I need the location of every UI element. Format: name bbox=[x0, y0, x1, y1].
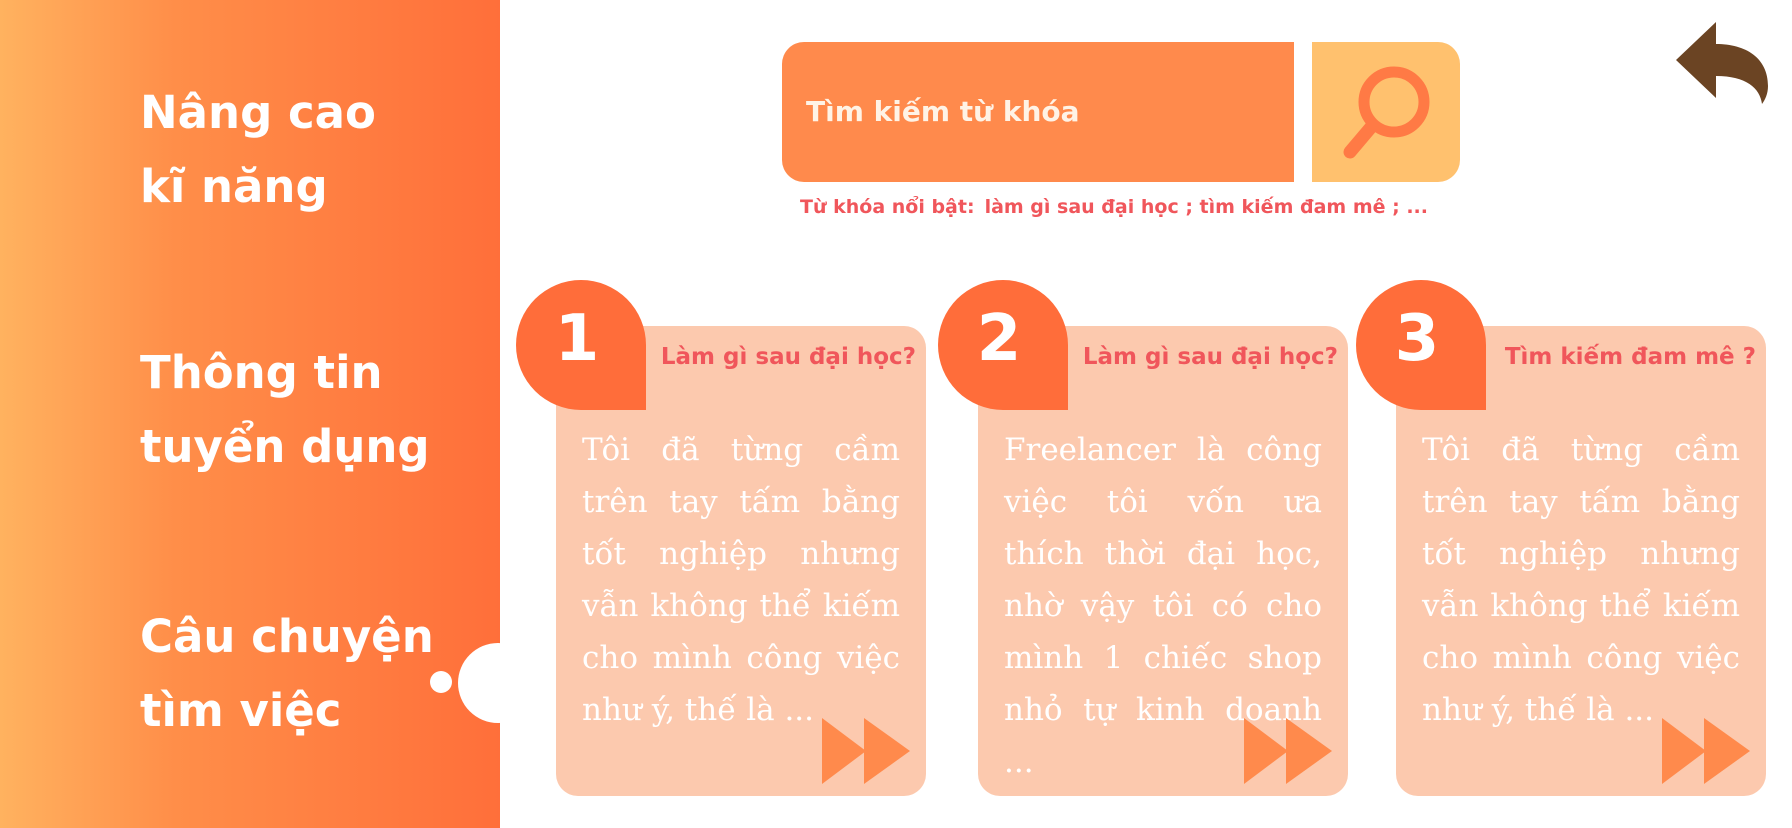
sidebar-item-label-line2: kĩ năng bbox=[140, 160, 328, 213]
card-title: Làm gì sau đại học? bbox=[660, 344, 916, 370]
story-card[interactable]: 3 Tìm kiếm đam mê ? Tôi đã từng cầm trên… bbox=[1356, 280, 1766, 796]
active-indicator-bubble bbox=[458, 643, 538, 723]
fast-forward-icon[interactable] bbox=[1660, 716, 1752, 786]
sidebar-item-cau-chuyen-tim-viec[interactable]: Câu chuyện tìm việc bbox=[140, 600, 434, 748]
featured-keywords: Từ khóa nổi bật: làm gì sau đại học ; tìm… bbox=[800, 196, 1500, 218]
story-card[interactable]: 2 Làm gì sau đại học? Freelancer là công… bbox=[938, 280, 1348, 796]
card-number-badge: 2 bbox=[938, 280, 1068, 410]
featured-keywords-label: Từ khóa nổi bật: bbox=[800, 196, 975, 218]
sidebar-item-label-line1: Nâng cao bbox=[140, 86, 376, 139]
search-bar bbox=[782, 42, 1294, 182]
card-number: 2 bbox=[976, 302, 1022, 376]
card-excerpt: Tôi đã từng cầm trên tay tấm bằng tốt ng… bbox=[582, 432, 900, 728]
sidebar: Nâng cao kĩ năng Thông tin tuyển dụng Câ… bbox=[0, 0, 500, 828]
sidebar-item-label-line1: Thông tin bbox=[140, 346, 383, 399]
search-button[interactable] bbox=[1312, 42, 1460, 182]
story-card[interactable]: 1 Làm gì sau đại học? Tôi đã từng cầm tr… bbox=[516, 280, 926, 796]
back-arrow-icon bbox=[1676, 22, 1768, 104]
card-number: 3 bbox=[1394, 302, 1440, 376]
card-excerpt: Tôi đã từng cầm trên tay tấm bằng tốt ng… bbox=[1422, 432, 1740, 728]
card-number-badge: 1 bbox=[516, 280, 646, 410]
card-title: Tìm kiếm đam mê ? bbox=[1504, 344, 1756, 370]
fast-forward-icon[interactable] bbox=[820, 716, 912, 786]
sidebar-item-thong-tin-tuyen-dung[interactable]: Thông tin tuyển dụng bbox=[140, 336, 430, 484]
active-indicator-dot bbox=[430, 671, 452, 693]
search-icon bbox=[1343, 66, 1430, 159]
card-number: 1 bbox=[554, 302, 600, 376]
fast-forward-icon[interactable] bbox=[1242, 716, 1334, 786]
search-input[interactable] bbox=[806, 86, 1276, 136]
back-button[interactable] bbox=[1672, 18, 1772, 108]
featured-keywords-list[interactable]: làm gì sau đại học ; tìm kiếm đam mê ; .… bbox=[985, 196, 1428, 218]
sidebar-item-label-line2: tuyển dụng bbox=[140, 420, 430, 473]
sidebar-item-label-line2: tìm việc bbox=[140, 684, 342, 737]
card-title: Làm gì sau đại học? bbox=[1082, 344, 1338, 370]
card-number-badge: 3 bbox=[1356, 280, 1486, 410]
sidebar-item-nang-cao-ki-nang[interactable]: Nâng cao kĩ năng bbox=[140, 76, 376, 224]
sidebar-item-label-line1: Câu chuyện bbox=[140, 610, 434, 663]
